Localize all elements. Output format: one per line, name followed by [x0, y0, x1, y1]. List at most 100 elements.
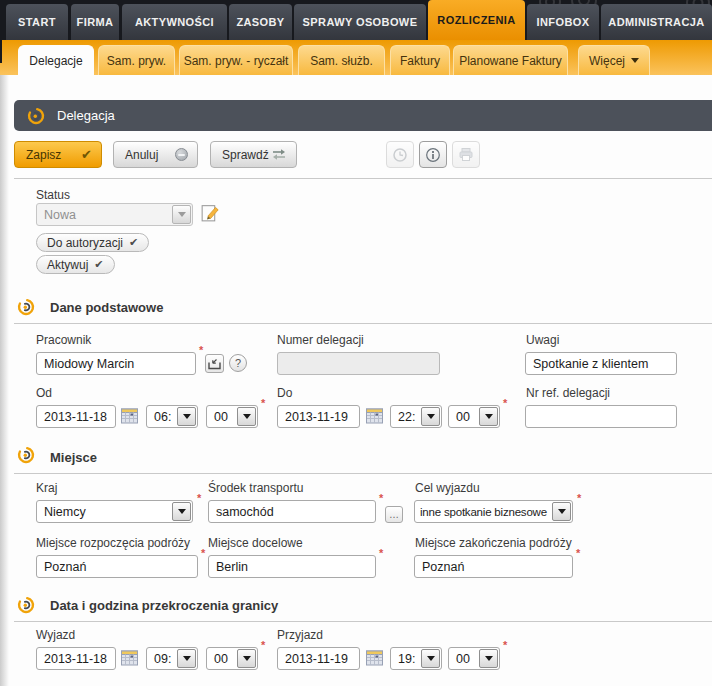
srodek-transportu-input[interactable]	[208, 500, 376, 523]
section-title-miejsce: Miejsce	[50, 450, 97, 465]
od-date-input[interactable]	[36, 405, 116, 428]
przyjazd-date-input[interactable]	[277, 647, 360, 670]
od-calendar-button[interactable]	[121, 408, 138, 424]
do-hour-select[interactable]: 22:	[390, 405, 442, 428]
enova-swirl-icon	[16, 595, 36, 615]
kraj-select[interactable]: Niemcy	[36, 500, 193, 523]
od-hour-select[interactable]: 06:	[146, 405, 198, 428]
uwagi-label: Uwagi	[526, 333, 559, 347]
required-asterisk: *	[197, 493, 201, 504]
status-select: Nowa	[36, 203, 193, 226]
subtab-sam-sluzb[interactable]: Sam. służb.	[298, 45, 385, 75]
required-asterisk: *	[503, 640, 507, 651]
miejsce-docelowe-input[interactable]	[208, 555, 376, 578]
save-button[interactable]: Zapisz ✔	[14, 141, 102, 168]
miejsce-rozpoczecia-input[interactable]	[36, 555, 198, 578]
od-minute-value: 00	[207, 410, 237, 424]
activate-button[interactable]: Aktywuj ✔	[36, 255, 115, 274]
wyjazd-calendar-button[interactable]	[121, 650, 138, 666]
do-calendar-button[interactable]	[366, 408, 383, 424]
dropdown-button	[177, 649, 196, 668]
panel-title: Delegacja	[57, 108, 115, 123]
od-minute-select[interactable]: 00	[206, 405, 258, 428]
authorize-label: Do autoryzacji	[47, 236, 123, 250]
dropdown-button	[172, 205, 191, 224]
nav-tab-infobox[interactable]: INFOBOX	[527, 4, 599, 40]
nav-tab-start[interactable]: START	[6, 4, 68, 40]
calendar-icon	[121, 650, 138, 666]
subtab-label: Sam. służb.	[310, 54, 373, 68]
subtab-sam-pryw[interactable]: Sam. pryw.	[98, 45, 175, 75]
przyjazd-minute-select[interactable]: 00	[448, 647, 500, 670]
srodek-more-button[interactable]: …	[385, 506, 403, 523]
nrref-input[interactable]	[525, 405, 677, 428]
przyjazd-label: Przyjazd	[277, 628, 323, 642]
miejsce-zakonczenia-input[interactable]	[414, 555, 573, 578]
cancel-icon	[175, 148, 188, 161]
sub-navigation-bar: Delegacje Sam. pryw. Sam. pryw. - ryczał…	[0, 40, 712, 75]
status-value: Nowa	[37, 208, 172, 222]
subtab-planowane-faktury[interactable]: Planowane Faktury	[453, 45, 568, 75]
save-button-label: Zapisz	[26, 148, 61, 162]
miejsce-rozpoczecia-label: Miejsce rozpoczęcia podróży	[36, 536, 190, 550]
cel-wyjazdu-select[interactable]: inne spotkanie biznesowe	[414, 500, 573, 523]
check-icon: ✔	[129, 236, 138, 249]
subtab-wiecej[interactable]: Więcej	[578, 45, 650, 75]
check-button-label: Sprawdź	[222, 148, 269, 162]
subtab-sam-pryw-ryczalt[interactable]: Sam. pryw. - ryczałt	[179, 45, 293, 75]
do-label: Do	[277, 386, 292, 400]
wyjazd-label: Wyjazd	[36, 628, 75, 642]
required-asterisk: *	[577, 493, 581, 504]
wyjazd-hour-value: 09:	[147, 652, 177, 666]
required-asterisk: *	[379, 493, 383, 504]
edit-status-icon[interactable]	[199, 202, 221, 224]
info-button[interactable]	[419, 141, 447, 168]
cel-wyjazdu-value: inne spotkanie biznesowe	[415, 506, 552, 518]
uwagi-input[interactable]	[525, 352, 677, 375]
subtab-label: Delegacje	[29, 54, 82, 68]
kraj-label: Kraj	[36, 481, 57, 495]
cancel-button-label: Anuluj	[125, 148, 158, 162]
pracownik-help-button[interactable]: ?	[229, 354, 247, 372]
calendar-icon	[366, 408, 383, 424]
pracownik-label: Pracownik	[36, 333, 91, 347]
dropdown-button	[421, 407, 440, 426]
od-hour-value: 06:	[147, 410, 177, 424]
required-asterisk: *	[576, 548, 580, 559]
calendar-icon	[121, 408, 138, 424]
przyjazd-hour-select[interactable]: 19:	[390, 647, 442, 670]
tray-icon	[208, 358, 221, 370]
printer-icon	[458, 147, 474, 162]
check-button[interactable]: Sprawdź	[210, 141, 297, 168]
left-edge-dark-sliver	[0, 40, 2, 63]
wyjazd-date-input[interactable]	[36, 647, 116, 670]
nav-tab-firma[interactable]: FIRMA	[71, 4, 119, 40]
status-label: Status	[36, 188, 70, 202]
subtab-label: Sam. pryw. - ryczałt	[184, 54, 289, 68]
pracownik-lookup-button[interactable]	[205, 354, 224, 373]
main-navigation-bar: START FIRMA AKTYWNOŚCI ZASOBY SPRAWY OSO…	[0, 0, 712, 40]
cancel-button[interactable]: Anuluj	[113, 141, 198, 168]
kraj-value: Niemcy	[37, 505, 172, 519]
numer-delegacji-label: Numer delegacji	[277, 333, 364, 347]
wyjazd-minute-select[interactable]: 00	[206, 647, 258, 670]
pracownik-input[interactable]	[36, 352, 196, 375]
przyjazd-calendar-button[interactable]	[366, 650, 383, 666]
history-button[interactable]	[386, 141, 414, 168]
subtab-delegacje[interactable]: Delegacje	[18, 45, 94, 75]
nav-tab-administracja[interactable]: ADMINISTRACJA	[601, 4, 712, 40]
subtab-faktury[interactable]: Faktury	[390, 45, 450, 75]
do-minute-select[interactable]: 00	[448, 405, 500, 428]
enova-swirl-icon	[16, 445, 36, 465]
nav-tab-sprawy-osobowe[interactable]: SPRAWY OSOBOWE	[294, 4, 426, 40]
wyjazd-hour-select[interactable]: 09:	[146, 647, 198, 670]
section-title-dane-podstawowe: Dane podstawowe	[50, 300, 163, 315]
do-date-input[interactable]	[277, 405, 360, 428]
print-button[interactable]	[452, 141, 480, 168]
dropdown-button	[479, 407, 498, 426]
check-icon: ✔	[94, 258, 103, 271]
nav-tab-aktywnosci[interactable]: AKTYWNOŚCI	[122, 4, 227, 40]
authorize-button[interactable]: Do autoryzacji ✔	[36, 233, 149, 252]
nav-tab-zasoby[interactable]: ZASOBY	[229, 4, 292, 40]
nav-tab-rozliczenia[interactable]: ROZLICZENIA	[428, 0, 525, 40]
